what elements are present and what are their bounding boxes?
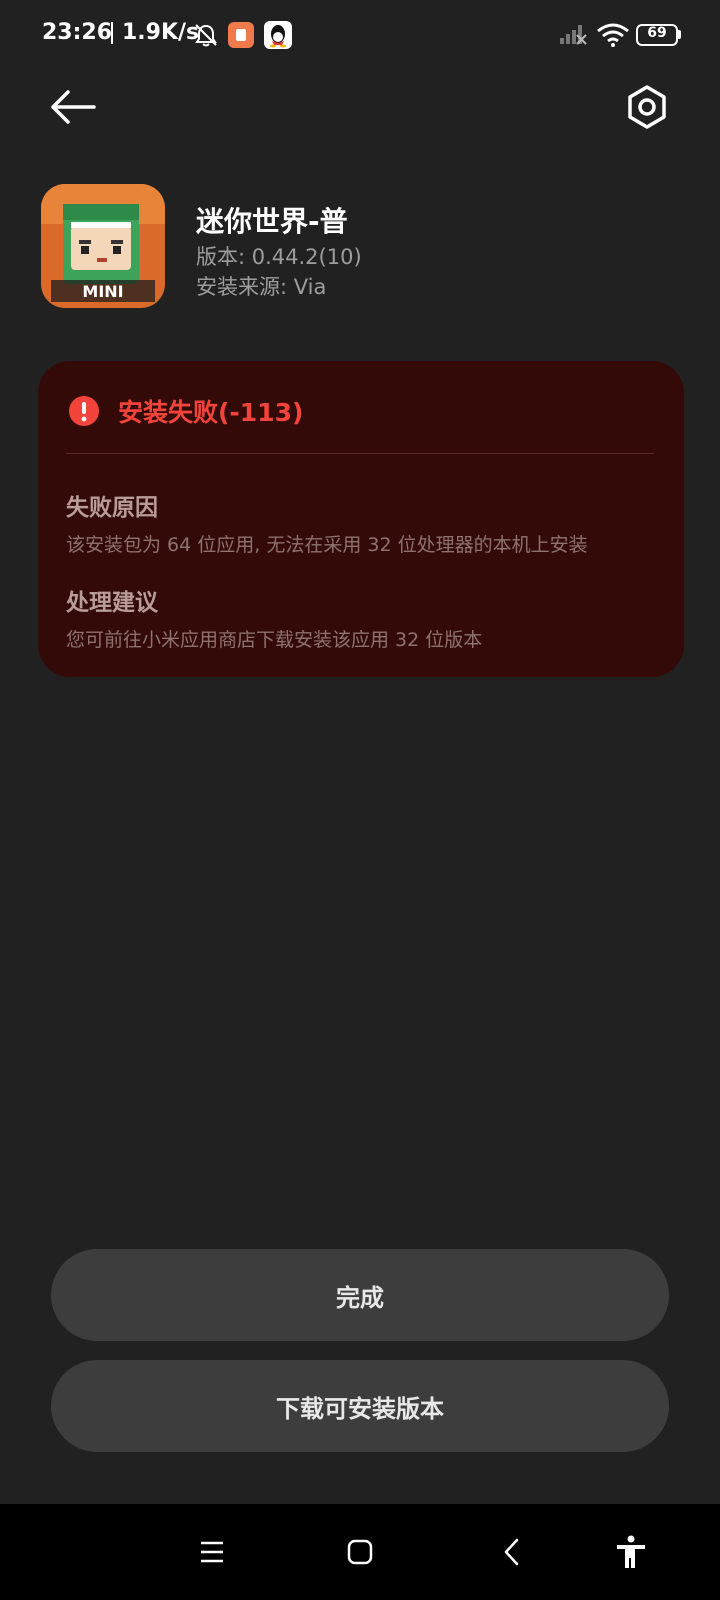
signal-icon [560, 25, 587, 45]
card-divider [66, 453, 654, 454]
status-bar: 23:26 1.9K/s 69 [0, 0, 720, 70]
error-alert-icon [69, 396, 99, 426]
advice-text: 您可前往小米应用商店下载安装该应用 32 位版本 [66, 629, 483, 651]
status-separator [111, 22, 113, 44]
app-version: 版本: 0.44.2(10) [196, 245, 362, 269]
app-install-source: 安装来源: Via [196, 275, 327, 299]
error-title: 安装失败(-113) [118, 398, 304, 427]
error-card: 安装失败(-113) 失败原因 该安装包为 64 位应用, 无法在采用 32 位… [38, 361, 684, 677]
download-installable-version-button[interactable]: 下载可安装版本 [51, 1360, 669, 1452]
app-name: 迷你世界-普 [196, 205, 348, 238]
settings-hexagon-icon[interactable] [622, 82, 672, 132]
app-notification-icon [228, 22, 254, 48]
done-button[interactable]: 完成 [51, 1249, 669, 1341]
status-net-speed: 1.9K/s [122, 20, 200, 45]
home-square-icon[interactable] [340, 1532, 380, 1572]
app-icon: MINI [41, 184, 165, 308]
advice-title: 处理建议 [66, 590, 158, 616]
accessibility-icon[interactable] [611, 1532, 651, 1572]
battery-level: 69 [647, 25, 667, 41]
back-arrow-icon[interactable] [48, 82, 98, 132]
back-chevron-icon[interactable] [492, 1532, 532, 1572]
navigation-bar [0, 1504, 720, 1600]
bell-muted-icon [195, 24, 217, 47]
svg-text:MINI: MINI [82, 282, 123, 301]
wifi-icon [597, 23, 629, 47]
failure-reason-title: 失败原因 [66, 495, 158, 521]
failure-reason-text: 该安装包为 64 位应用, 无法在采用 32 位处理器的本机上安装 [66, 534, 588, 556]
screen: 23:26 1.9K/s 69 MINI 迷你世界-普 版本: 0.44.2(1… [0, 0, 720, 1600]
battery-icon: 69 [636, 24, 681, 46]
status-time: 23:26 [42, 20, 113, 45]
qq-penguin-icon [264, 21, 292, 49]
menu-icon[interactable] [192, 1532, 232, 1572]
